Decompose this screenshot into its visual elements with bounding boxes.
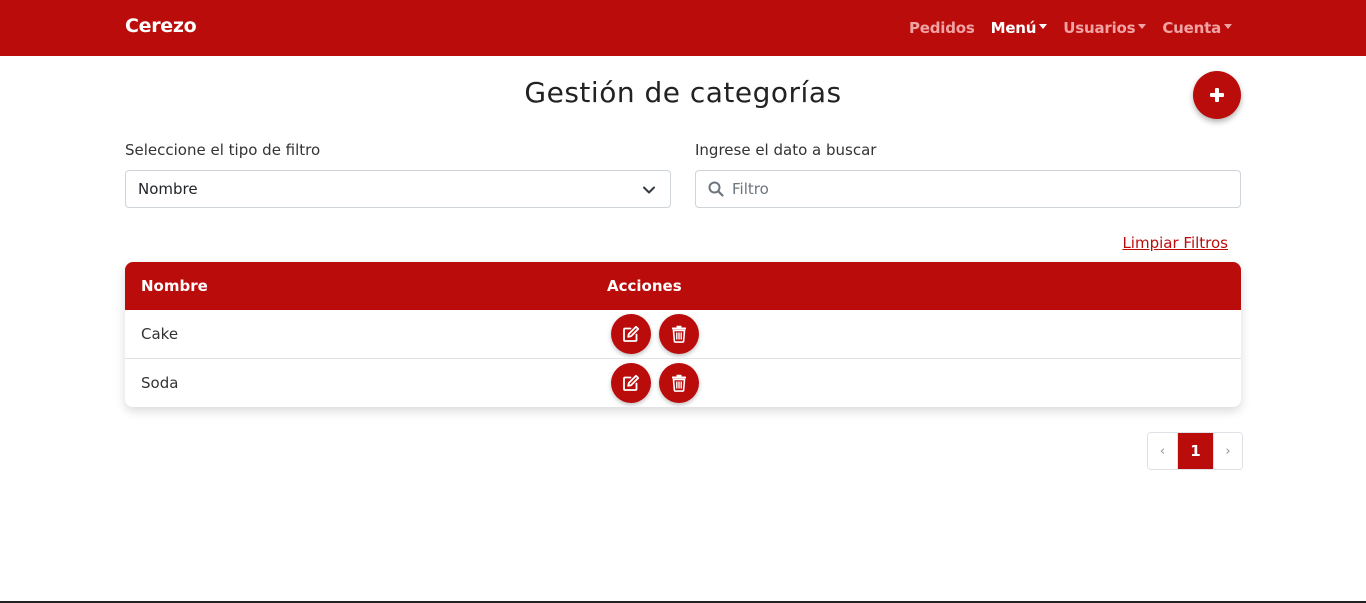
caret-down-icon (1224, 23, 1232, 29)
edit-icon (623, 374, 640, 391)
clear-filters-link[interactable]: Limpiar Filtros (1122, 234, 1228, 252)
nav-menu: Pedidos Menú Usuarios Cuenta (893, 0, 1232, 56)
navbar: Cerezo Pedidos Menú Usuarios Cuenta (0, 0, 1366, 56)
column-header-acciones: Acciones (607, 277, 682, 295)
page-title: Gestión de categorías (524, 76, 842, 109)
search-input[interactable] (732, 172, 1232, 206)
pagination-prev[interactable]: ‹ (1148, 433, 1177, 469)
caret-down-icon (1039, 23, 1048, 29)
nav-link-label: Menú (990, 19, 1037, 37)
filter-type-value: Nombre (138, 180, 198, 198)
column-header-nombre: Nombre (141, 277, 208, 295)
category-name: Soda (141, 374, 179, 392)
edit-icon (623, 325, 640, 342)
categories-table: Nombre Acciones Cake Soda (125, 262, 1241, 407)
chevron-down-icon (643, 186, 655, 194)
plus-icon (1210, 88, 1224, 102)
edit-button[interactable] (611, 363, 651, 403)
nav-link-label: Pedidos (908, 19, 975, 37)
add-category-button[interactable] (1193, 71, 1241, 119)
brand-logo[interactable]: Cerezo (125, 15, 197, 37)
table-row: Cake (125, 310, 1241, 359)
search-label: Ingrese el dato a buscar (695, 141, 877, 159)
search-field (695, 170, 1241, 208)
pagination: ‹ 1 › (1147, 432, 1243, 470)
table-header: Nombre Acciones (125, 262, 1241, 310)
search-icon (708, 181, 724, 197)
nav-link-label: Usuarios (1063, 19, 1136, 37)
trash-icon (672, 325, 686, 343)
nav-link-label: Cuenta (1162, 19, 1221, 37)
edit-button[interactable] (611, 314, 651, 354)
filter-type-label: Seleccione el tipo de filtro (125, 141, 321, 159)
table-row: Soda (125, 358, 1241, 407)
nav-dropdown-menu[interactable]: Menú (991, 19, 1048, 37)
pagination-page-1[interactable]: 1 (1177, 433, 1213, 469)
caret-down-icon (1138, 23, 1147, 29)
nav-dropdown-cuenta[interactable]: Cuenta (1162, 19, 1232, 37)
filter-type-select[interactable]: Nombre (125, 170, 671, 208)
pagination-next[interactable]: › (1213, 433, 1242, 469)
trash-icon (672, 374, 686, 392)
delete-button[interactable] (659, 314, 699, 354)
delete-button[interactable] (659, 363, 699, 403)
nav-dropdown-usuarios[interactable]: Usuarios (1063, 19, 1147, 37)
category-name: Cake (141, 325, 179, 343)
nav-link-pedidos[interactable]: Pedidos (909, 19, 975, 37)
